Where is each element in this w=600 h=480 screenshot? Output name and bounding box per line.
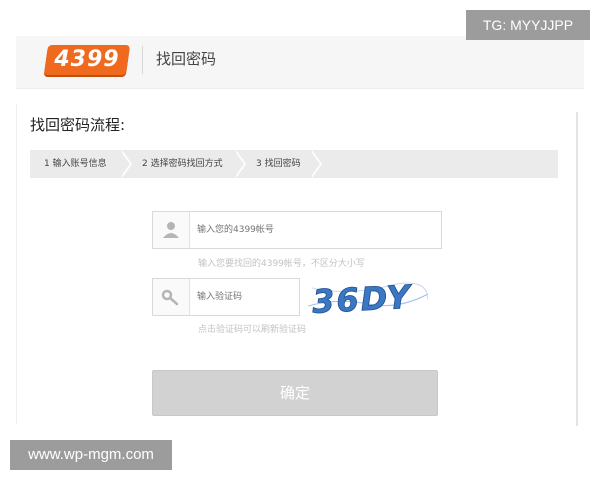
- site-watermark: www.wp-mgm.com: [10, 440, 172, 470]
- account-hint: 输入您要找回的4399帐号，不区分大小写: [198, 259, 365, 269]
- site-header: 4399 找回密码: [16, 36, 584, 89]
- steps-bar: 1 输入账号信息 2 选择密码找回方式 3 找回密码: [30, 150, 558, 178]
- captcha-hint: 点击验证码可以刷新验证码: [198, 325, 307, 335]
- panel-left-border: [16, 104, 17, 424]
- flow-title: 找回密码流程:: [30, 116, 126, 134]
- confirm-button[interactable]: 确定: [152, 370, 438, 416]
- panel-right-border: [576, 112, 578, 426]
- captcha-input[interactable]: [197, 287, 293, 307]
- account-input[interactable]: [197, 220, 427, 240]
- step-1: 1 输入账号信息: [44, 159, 107, 169]
- user-icon: [163, 222, 179, 238]
- key-icon: [161, 289, 179, 306]
- captcha-icon-box: [153, 279, 190, 315]
- captcha-field[interactable]: [152, 278, 300, 316]
- tg-watermark-badge: TG: MYYJJPP: [466, 10, 590, 40]
- logo-4399[interactable]: 4399: [43, 45, 131, 75]
- logo-text: 4399: [54, 47, 120, 72]
- captcha-image[interactable]: 36DY: [307, 276, 429, 321]
- step-2: 2 选择密码找回方式: [142, 159, 223, 169]
- account-field[interactable]: [152, 211, 442, 249]
- captcha-graphic: 36DY: [307, 276, 429, 321]
- account-icon-box: [153, 212, 190, 248]
- captcha-text: 36DY: [311, 278, 413, 318]
- header-divider: [142, 46, 143, 74]
- page-title: 找回密码: [156, 50, 217, 68]
- step-3: 3 找回密码: [256, 159, 301, 169]
